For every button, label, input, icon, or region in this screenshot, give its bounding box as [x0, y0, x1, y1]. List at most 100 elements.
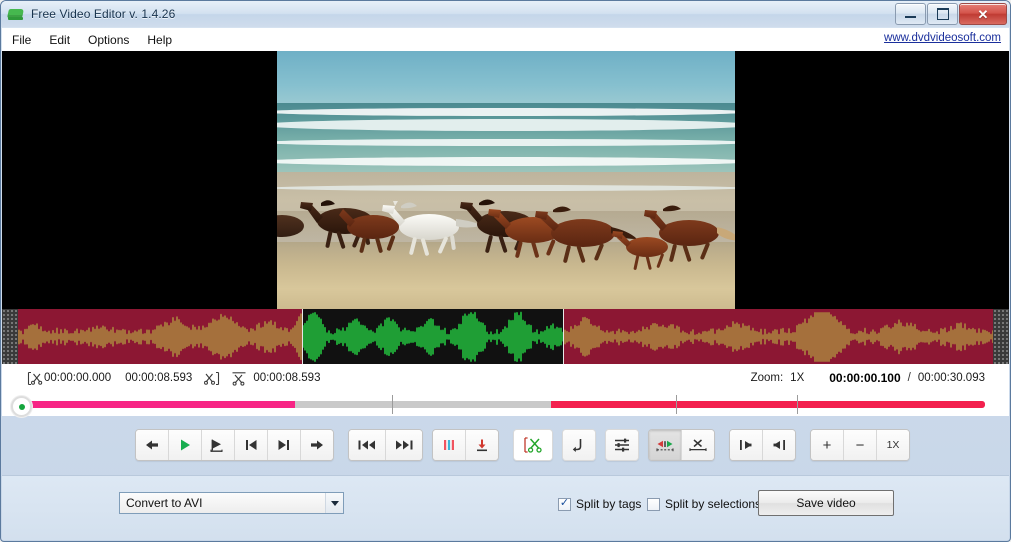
close-icon: ✕ — [977, 6, 989, 22]
playback-status: Zoom: 1X 00:00:00.100 / 00:00:30.093 — [751, 364, 985, 392]
rewind-button[interactable] — [349, 430, 386, 460]
cut-duration-time: 00:00:08.593 — [253, 372, 321, 384]
minimize-button[interactable] — [895, 3, 926, 25]
rewind-group — [348, 429, 423, 461]
checkbox-box[interactable]: ✓ — [558, 497, 571, 511]
playhead-handle[interactable] — [11, 396, 32, 417]
application-window: Free Video Editor v. 1.4.26 ✕ File Edit … — [0, 0, 1011, 542]
selection-handle-left[interactable] — [302, 309, 303, 364]
select-region-button[interactable] — [649, 430, 682, 460]
zoom-in-button[interactable]: + — [811, 430, 844, 460]
waveform-unselected-right[interactable] — [564, 309, 995, 364]
cut-range-display: 00:00:00.000 00:00:08.593 00:00:08.593 — [24, 371, 321, 386]
scene-horses — [277, 199, 735, 270]
seek-track[interactable] — [20, 395, 985, 414]
time-separator: / — [907, 372, 911, 384]
zoom-value: 1X — [790, 372, 805, 384]
cut-button[interactable] — [514, 430, 552, 460]
save-video-button[interactable]: Save video — [758, 490, 894, 516]
current-time: 00:00:00.100 — [829, 371, 901, 385]
output-format-value: Convert to AVI — [126, 496, 203, 510]
app-icon — [7, 5, 25, 23]
rewind-icon — [358, 440, 375, 450]
undo-button[interactable] — [563, 430, 595, 460]
cut-end-time: 00:00:08.593 — [125, 372, 193, 384]
zoom-label: Zoom: — [750, 372, 784, 384]
split-by-selections-checkbox[interactable]: Split by selections — [647, 497, 761, 511]
delete-region-button[interactable] — [682, 430, 714, 460]
maximize-button[interactable] — [927, 3, 958, 25]
playhead-dot — [18, 403, 25, 410]
marker-next-icon — [773, 440, 785, 450]
minimize-icon — [905, 16, 916, 18]
fast-forward-button[interactable] — [386, 430, 422, 460]
output-format-select[interactable]: Convert to AVI — [119, 492, 344, 514]
skip-start-icon — [246, 440, 257, 450]
jump-end-button[interactable] — [268, 430, 301, 460]
checkbox-box[interactable] — [647, 497, 660, 511]
next-marker-button[interactable] — [763, 430, 795, 460]
settings-group — [605, 429, 639, 461]
sliders-icon — [615, 438, 629, 452]
waveform-selected-region[interactable] — [302, 309, 564, 364]
video-preview-area[interactable] — [2, 51, 1009, 309]
seek-bar-area[interactable] — [2, 392, 1009, 417]
waveform-unselected-left[interactable] — [18, 309, 302, 364]
jump-start-button[interactable] — [235, 430, 268, 460]
arrow-left-icon — [146, 440, 158, 450]
menu-item-help[interactable]: Help — [139, 31, 180, 49]
split-by-tags-checkbox[interactable]: ✓ Split by tags — [558, 497, 641, 511]
total-time: 00:00:30.093 — [917, 372, 985, 384]
minus-icon: − — [855, 436, 865, 454]
timecode-row: 00:00:00.000 00:00:08.593 00:00:08.593 Z… — [2, 364, 1009, 392]
menu-item-file[interactable]: File — [4, 31, 39, 49]
previous-marker-button[interactable] — [730, 430, 763, 460]
settings-button[interactable] — [606, 430, 638, 460]
insert-tag-button[interactable] — [466, 430, 498, 460]
seek-played-segment — [20, 401, 296, 408]
step-forward-button[interactable] — [301, 430, 333, 460]
select-region-icon — [656, 440, 674, 452]
zoom-out-button[interactable]: − — [844, 430, 877, 460]
menu-bar: File Edit Options Help www.dvdvideosoft.… — [2, 28, 1009, 52]
transport-group — [135, 429, 334, 461]
cut-start-time: 00:00:00.000 — [44, 372, 112, 384]
close-button[interactable]: ✕ — [959, 3, 1007, 25]
fast-forward-icon — [396, 440, 413, 450]
website-link[interactable]: www.dvdvideosoft.com — [884, 32, 1001, 44]
menu-item-edit[interactable]: Edit — [41, 31, 78, 49]
title-bar: Free Video Editor v. 1.4.26 ✕ — [1, 1, 1010, 27]
audio-waveform-timeline[interactable] — [2, 309, 1009, 364]
add-tag-button[interactable] — [433, 430, 466, 460]
play-button[interactable] — [169, 430, 202, 460]
window-title: Free Video Editor v. 1.4.26 — [31, 7, 176, 21]
play-marker-icon — [210, 439, 223, 452]
zoom-reset-button[interactable]: 1X — [877, 430, 909, 460]
video-frame — [277, 51, 735, 309]
play-from-marker-button[interactable] — [202, 430, 235, 460]
chevron-down-icon[interactable] — [325, 493, 343, 513]
seek-tick — [676, 395, 678, 414]
menu-item-options[interactable]: Options — [80, 31, 137, 49]
scissors-right-icon — [204, 371, 220, 386]
window-controls: ✕ — [895, 3, 1007, 25]
scissors-duration-icon — [231, 371, 246, 386]
marker-prev-icon — [740, 440, 752, 450]
bottom-bar: Convert to AVI ✓ Split by tags Split by … — [2, 475, 1009, 540]
maximize-icon — [936, 8, 949, 20]
seek-tick — [391, 395, 393, 414]
step-back-button[interactable] — [136, 430, 169, 460]
waveform-scroll-grip-right[interactable] — [993, 309, 1009, 364]
selection-group — [648, 429, 715, 461]
editor-toolbar: + − 1X — [2, 419, 1009, 471]
tags-icon — [444, 440, 454, 450]
waveform-scroll-grip-left[interactable] — [2, 309, 18, 364]
seek-tick — [796, 395, 798, 414]
zoom-group: + − 1X — [810, 429, 910, 461]
play-icon — [181, 439, 190, 451]
marker-nav-group — [729, 429, 796, 461]
save-video-label: Save video — [796, 496, 856, 510]
skip-end-icon — [278, 440, 289, 450]
split-by-selections-label: Split by selections — [665, 497, 762, 511]
selection-handle-right[interactable] — [563, 309, 564, 364]
